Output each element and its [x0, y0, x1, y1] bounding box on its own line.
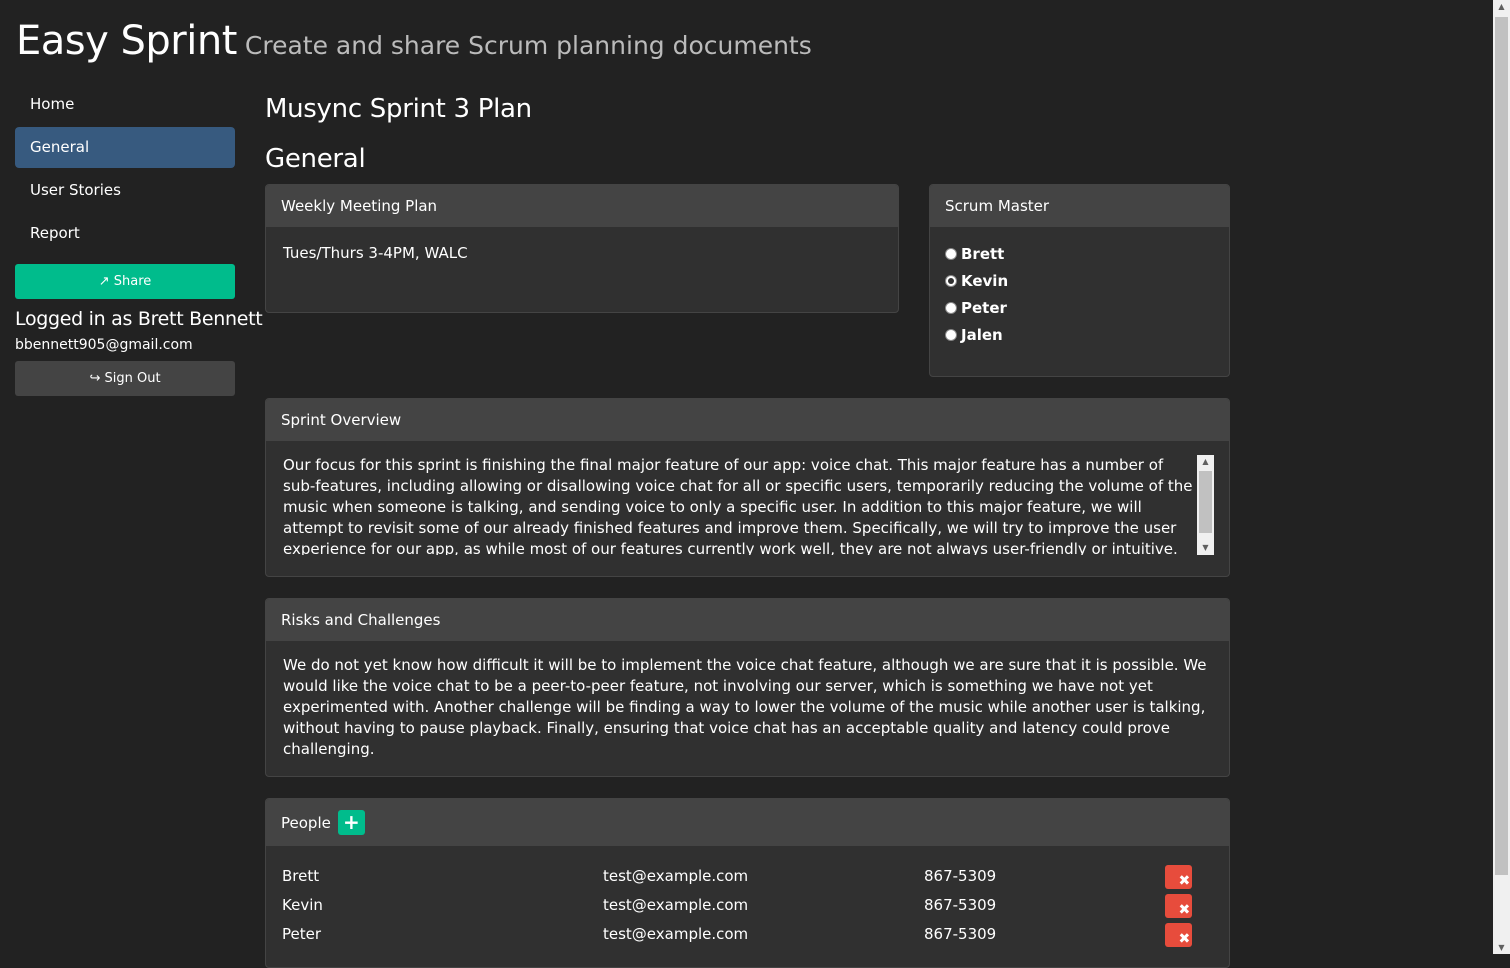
- plus-icon: +: [342, 810, 360, 834]
- page-scrollbar-thumb[interactable]: [1495, 17, 1508, 875]
- sidebar-item-user-stories[interactable]: User Stories: [15, 170, 235, 211]
- risks-heading: Risks and Challenges: [266, 599, 1229, 641]
- scroll-down-arrow-icon[interactable]: ▼: [1493, 943, 1510, 952]
- app-subtitle: Create and share Scrum planning document…: [244, 31, 812, 60]
- share-icon: ↗: [98, 274, 110, 289]
- sprint-overview-panel: Sprint Overview Our focus for this sprin…: [265, 398, 1230, 577]
- sign-out-icon: ↪: [89, 371, 101, 386]
- logged-in-text: Logged in as Brett Bennett: [15, 308, 263, 330]
- sidebar-item-general[interactable]: General: [15, 127, 235, 168]
- radio-label: Jalen: [961, 325, 1003, 344]
- risks-panel: Risks and Challenges We do not yet know …: [265, 598, 1230, 777]
- weekly-meeting-heading: Weekly Meeting Plan: [266, 185, 898, 227]
- radio-option[interactable]: Brett: [945, 240, 1214, 267]
- people-heading: People: [281, 813, 331, 832]
- person-name: Brett: [282, 867, 320, 885]
- scroll-up-arrow-icon[interactable]: ▲: [1197, 455, 1214, 469]
- sprint-overview-heading: Sprint Overview: [266, 399, 1229, 441]
- people-heading-bar: People +: [266, 799, 1229, 846]
- plan-title: Musync Sprint 3 Plan: [265, 94, 532, 124]
- sign-out-label: Sign Out: [104, 371, 161, 386]
- sidebar-item-home[interactable]: Home: [15, 84, 235, 125]
- page-scrollbar[interactable]: ▲ ▼: [1493, 0, 1510, 954]
- sidebar-item-report[interactable]: Report: [15, 213, 235, 254]
- radio-label: Brett: [961, 244, 1005, 263]
- close-icon: ✖: [1178, 873, 1191, 889]
- radio-option[interactable]: Kevin: [945, 267, 1214, 294]
- textarea-scrollbar[interactable]: ▲ ▼: [1197, 455, 1214, 555]
- radio-option[interactable]: Peter: [945, 294, 1214, 321]
- radio-option[interactable]: Jalen: [945, 321, 1214, 348]
- person-email: test@example.com: [603, 925, 749, 943]
- people-table: Brett test@example.com 867-5309 ✖ Kevin …: [282, 863, 1214, 950]
- sprint-overview-textarea[interactable]: Our focus for this sprint is finishing t…: [283, 455, 1214, 555]
- risks-field[interactable]: We do not yet know how difficult it will…: [266, 641, 1229, 760]
- scroll-up-arrow-icon[interactable]: ▲: [1493, 2, 1510, 11]
- close-icon: ✖: [1178, 902, 1191, 918]
- sign-out-button[interactable]: ↪ Sign Out: [15, 361, 235, 396]
- scrollbar-thumb[interactable]: [1199, 471, 1212, 533]
- table-row: Kevin test@example.com 867-5309 ✖: [282, 892, 1214, 921]
- weekly-meeting-field[interactable]: Tues/Thurs 3-4PM, WALC: [266, 227, 898, 280]
- table-row: Brett test@example.com 867-5309 ✖: [282, 863, 1214, 892]
- user-email: bbennett905@gmail.com: [15, 337, 193, 353]
- risks-text: We do not yet know how difficult it will…: [283, 656, 1207, 758]
- radio-button[interactable]: [945, 247, 957, 260]
- person-phone: 867-5309: [924, 925, 997, 943]
- radio-label: Peter: [961, 298, 1007, 317]
- delete-person-button[interactable]: ✖: [1165, 923, 1192, 947]
- person-phone: 867-5309: [924, 896, 997, 914]
- scroll-down-arrow-icon[interactable]: ▼: [1197, 541, 1214, 555]
- scrum-master-heading: Scrum Master: [930, 185, 1229, 227]
- scrum-master-panel: Scrum Master Brett Kevin Peter Jalen: [929, 184, 1230, 377]
- close-icon: ✖: [1178, 931, 1191, 947]
- person-name: Kevin: [282, 896, 323, 914]
- sprint-overview-text: Our focus for this sprint is finishing t…: [283, 456, 1193, 555]
- share-label: Share: [113, 274, 152, 289]
- app-title: Easy Sprint: [16, 18, 237, 64]
- share-button[interactable]: ↗ Share: [15, 264, 235, 299]
- delete-person-button[interactable]: ✖: [1165, 865, 1192, 889]
- radio-label: Kevin: [961, 271, 1009, 290]
- scrum-master-options: Brett Kevin Peter Jalen: [930, 227, 1229, 361]
- person-phone: 867-5309: [924, 867, 997, 885]
- page-header: Easy Sprint Create and share Scrum planni…: [16, 18, 812, 64]
- table-row: Peter test@example.com 867-5309 ✖: [282, 921, 1214, 950]
- add-person-button[interactable]: +: [337, 810, 365, 835]
- person-name: Peter: [282, 925, 322, 943]
- weekly-meeting-panel: Weekly Meeting Plan Tues/Thurs 3-4PM, WA…: [265, 184, 899, 313]
- people-panel: People + Brett test@example.com 867-5309…: [265, 798, 1230, 968]
- weekly-meeting-text: Tues/Thurs 3-4PM, WALC: [283, 244, 468, 262]
- radio-button[interactable]: [945, 301, 957, 314]
- sidebar: Home General User Stories Report ↗ Share…: [15, 84, 263, 396]
- radio-button-selected[interactable]: [945, 274, 957, 287]
- person-email: test@example.com: [603, 896, 749, 914]
- radio-button[interactable]: [945, 328, 957, 341]
- section-title: General: [265, 144, 366, 174]
- person-email: test@example.com: [603, 867, 749, 885]
- delete-person-button[interactable]: ✖: [1165, 894, 1192, 918]
